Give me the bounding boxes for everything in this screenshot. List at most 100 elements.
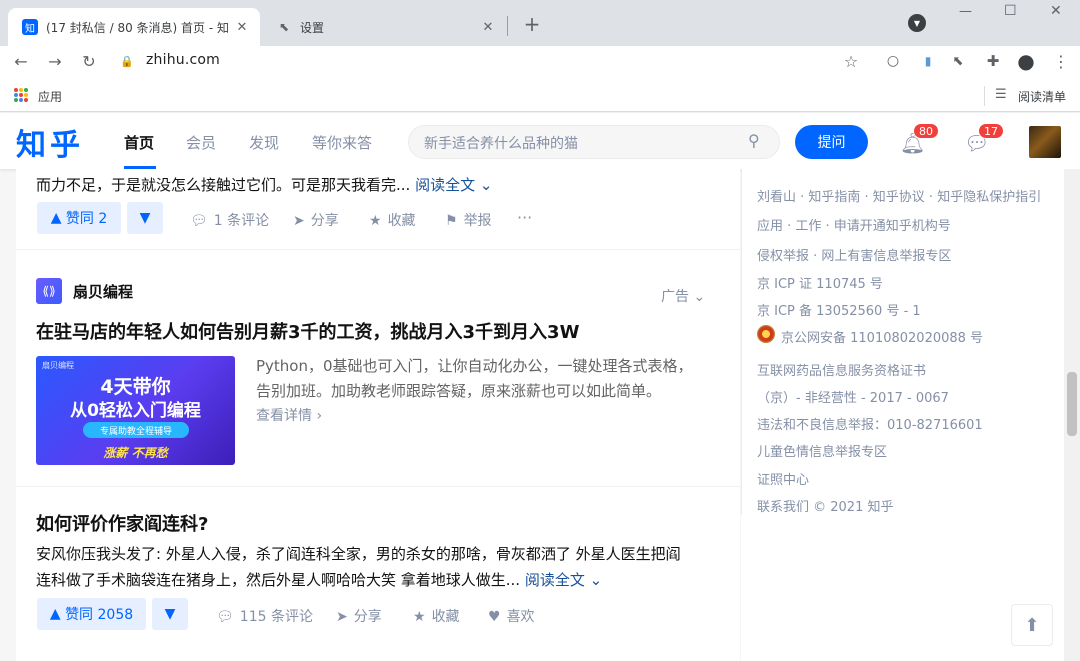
notification-count-badge: 80 — [913, 123, 939, 139]
ad-tag[interactable]: 广告 ⌄ — [661, 286, 705, 306]
close-window-icon[interactable]: ✕ — [1050, 3, 1062, 19]
comment-label: 1 条评论 — [213, 213, 270, 229]
child-safety-report[interactable]: 儿童色情信息举报专区 — [757, 441, 887, 460]
close-tab-icon[interactable]: ✕ — [478, 17, 498, 37]
share-label: 分享 — [353, 609, 382, 625]
nav-home[interactable]: 首页 — [124, 132, 154, 153]
license-center[interactable]: 证照中心 — [757, 469, 809, 488]
footer-links-row1[interactable]: 刘看山 · 知乎指南 · 知乎协议 · 知乎隐私保护指引 — [757, 186, 1041, 205]
nav-waiting-answers[interactable]: 等你来答 — [312, 132, 372, 153]
nav-discover[interactable]: 发现 — [249, 132, 279, 153]
collect-button[interactable]: ★ 收藏 — [369, 210, 416, 230]
apps-bookmark[interactable]: 应用 — [38, 88, 62, 105]
address-bar[interactable]: zhihu.com — [146, 52, 220, 68]
read-more-label: 阅读全文 — [415, 176, 476, 194]
tab-divider — [507, 16, 508, 36]
illegal-info-report[interactable]: 违法和不良信息举报：010-82716601 — [757, 414, 983, 433]
answer-excerpt-line1[interactable]: 安风你压我头发了: 外星人入侵，杀了阎连科全家，男的杀女的那啥，骨灰都洒了 外星… — [36, 543, 681, 564]
ad-description-line2: 告别加班。加助教老师跟踪答疑，原来涨薪也可以如此简单。 — [256, 382, 662, 400]
close-tab-icon[interactable]: ✕ — [232, 17, 252, 37]
user-avatar[interactable] — [1029, 126, 1061, 158]
extension-note-icon[interactable]: ▮ — [916, 49, 940, 73]
read-more-link[interactable]: 阅读全文 ⌄ — [415, 176, 492, 194]
reading-list-icon[interactable]: ☰ — [995, 87, 1007, 102]
ad-tag-label: 广告 — [661, 289, 689, 305]
share-label: 分享 — [310, 213, 339, 229]
share-button[interactable]: ➤ 分享 — [293, 210, 339, 230]
star-icon: ★ — [369, 213, 382, 229]
reload-icon[interactable]: ↻ — [77, 49, 101, 73]
ask-question-button[interactable]: 提问 — [795, 125, 868, 159]
tab-zhihu[interactable]: 知 (17 封私信 / 80 条消息) 首页 - 知 ✕ — [8, 8, 260, 46]
nav-membership[interactable]: 会员 — [186, 132, 216, 153]
reading-list-button[interactable]: 阅读清单 — [1018, 88, 1066, 105]
menu-dots-icon[interactable]: ⋮ — [1049, 49, 1073, 73]
footer-links-row2[interactable]: 应用 · 工作 · 申请开通知乎机构号 — [757, 215, 951, 234]
downvote-button[interactable]: ▼ — [127, 202, 163, 234]
collect-label: 收藏 — [431, 609, 460, 625]
public-security-record[interactable]: 京公网安备 11010802020088 号 — [781, 327, 983, 346]
sidebar-divider — [741, 169, 742, 515]
read-more-link[interactable]: 阅读全文 ⌄ — [525, 571, 602, 589]
zhihu-logo[interactable]: 知乎 — [16, 120, 84, 164]
apps-grid-icon[interactable] — [14, 88, 28, 102]
minimize-icon[interactable]: — — [959, 4, 972, 19]
drug-info-certificate[interactable]: 互联网药品信息服务资格证书 — [757, 360, 926, 379]
police-badge-icon — [757, 325, 775, 343]
search-placeholder: 新手适合养什么品种的猫 — [424, 136, 578, 152]
ad-image-line1: 4天带你 — [100, 376, 171, 398]
extension-circle-icon[interactable]: ○ — [881, 49, 905, 73]
forward-icon[interactable]: → — [43, 49, 67, 73]
tab-title: (17 封私信 / 80 条消息) 首页 - 知 — [46, 20, 229, 35]
upvote-label: 赞同 2 — [65, 211, 108, 227]
share-button[interactable]: ➤ 分享 — [336, 606, 382, 626]
more-icon[interactable]: ··· — [517, 208, 532, 227]
collect-button[interactable]: ★ 收藏 — [413, 606, 460, 626]
scrollbar-thumb[interactable] — [1067, 372, 1077, 436]
downvote-button[interactable]: ▼ — [152, 598, 188, 630]
footer-links-row3[interactable]: 侵权举报 · 网上有害信息举报专区 — [757, 245, 951, 264]
back-to-top-button[interactable]: ⬆ — [1011, 604, 1053, 646]
ad-title[interactable]: 在驻马店的年轻人如何告别月薪3千的工资，挑战月入3千到月入3W — [36, 318, 579, 344]
extension-cursor-icon[interactable]: ⬉ — [946, 49, 970, 73]
answer-excerpt[interactable]: 而力不足，于是就没怎么接触过它们。可是那天我看完... 阅读全文 ⌄ — [36, 174, 492, 195]
icp-license[interactable]: 京 ICP 证 110745 号 — [757, 273, 883, 292]
ad-image-pill: 专属助教全程辅导 — [83, 422, 189, 438]
bookmark-star-icon[interactable]: ☆ — [839, 49, 863, 73]
like-button[interactable]: ♥ 喜欢 — [488, 606, 535, 626]
zhihu-favicon-icon: 知 — [22, 19, 38, 35]
non-commercial-license: （京）- 非经营性 - 2017 - 0067 — [757, 391, 949, 406]
shanbay-logo-icon[interactable]: ⟪⟫ — [36, 278, 62, 304]
tab-search-icon[interactable]: ▼ — [908, 14, 926, 32]
report-button[interactable]: ⚑ 举报 — [445, 210, 492, 230]
arrow-up-icon: ⬆ — [1024, 614, 1040, 636]
tab-settings[interactable]: ⬉ 设置 ✕ — [262, 8, 506, 46]
answer-excerpt-line2[interactable]: 连科做了手术脑袋连在猪身上，然后外星人啊哈哈大笑 拿着地球人做生... 阅读全文… — [36, 569, 602, 590]
profile-avatar-icon[interactable]: ● — [1014, 49, 1038, 73]
settings-tab-icon: ⬉ — [278, 20, 290, 34]
bookmarks-bar — [0, 80, 1080, 112]
contact-copyright[interactable]: 联系我们 © 2021 知乎 — [757, 496, 893, 515]
icp-record[interactable]: 京 ICP 备 13052560 号 - 1 — [757, 300, 921, 319]
feed-divider — [16, 249, 740, 250]
search-icon[interactable]: ⚲ — [748, 131, 760, 150]
question-title[interactable]: 如何评价作家阎连科? — [36, 510, 208, 536]
tab-title: 设置 — [300, 20, 325, 35]
new-tab-button[interactable]: + — [520, 12, 544, 36]
comment-button[interactable]: 💬︎ 115 条评论 — [216, 606, 313, 626]
ad-brand-name[interactable]: 扇贝编程 — [73, 281, 133, 302]
ad-cta-link[interactable]: 查看详情 › — [256, 405, 322, 425]
maximize-icon[interactable]: ☐ — [1004, 3, 1017, 19]
back-icon[interactable]: ← — [9, 49, 33, 73]
like-label: 喜欢 — [506, 609, 535, 625]
collect-label: 收藏 — [387, 213, 416, 229]
upvote-button[interactable]: ▲ 赞同 2 — [37, 202, 121, 234]
upvote-button[interactable]: ▲ 赞同 2058 — [37, 598, 146, 630]
extensions-puzzle-icon[interactable]: ✚ — [981, 49, 1005, 73]
comment-button[interactable]: 💬︎ 1 条评论 — [190, 210, 269, 230]
lock-icon[interactable]: 🔒 — [120, 55, 134, 68]
ad-image[interactable]: 扇贝编程 4天带你 从0轻松入门编程 专属助教全程辅导 涨薪 不再愁 — [36, 356, 235, 465]
upvote-label: 赞同 2058 — [65, 607, 134, 623]
comment-icon: 💬︎ — [190, 213, 208, 229]
read-more-label: 阅读全文 — [524, 571, 585, 589]
